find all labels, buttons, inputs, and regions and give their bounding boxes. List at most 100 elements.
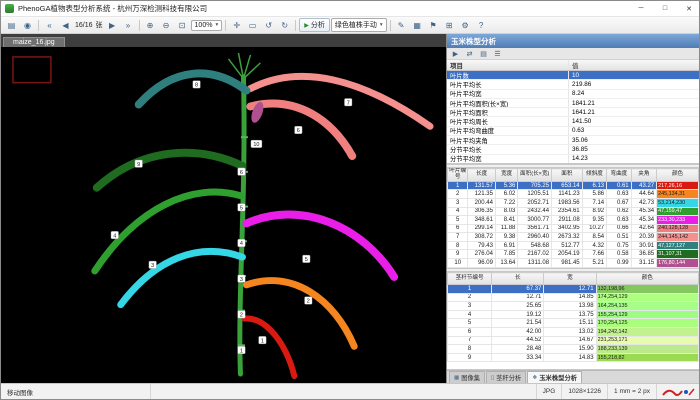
chart-icon[interactable]: ▦ (410, 18, 425, 32)
flag-icon[interactable]: ⚑ (426, 18, 441, 32)
first-image-icon[interactable]: « (42, 18, 57, 32)
property-grid-body: 叶片数10叶片平均长219.86叶片平均宽8.24叶片平均面积(长×宽)1841… (447, 71, 699, 164)
pan-tool-icon[interactable]: ✛ (229, 18, 244, 32)
analysis-panel: 玉米株型分析 ▶⇄▤☰ 项目 值 叶片数10叶片平均长219.86叶片平均宽8.… (447, 34, 699, 383)
maximize-button[interactable]: □ (655, 1, 675, 17)
column-header[interactable]: 倾斜度 (582, 169, 606, 182)
property-label: 分节平均长 (447, 145, 569, 153)
panel-tab-inactive[interactable]: ▯茎秆分析 (486, 371, 526, 383)
select-tool-icon[interactable]: ▭ (245, 18, 260, 32)
previous-image-icon[interactable]: ◀ (58, 18, 73, 32)
next-image-icon[interactable]: ▶ (105, 18, 120, 32)
column-header[interactable]: 长度 (468, 169, 496, 182)
measure-icon[interactable]: ✎ (394, 18, 409, 32)
color-swatch: 194,242,142 (596, 327, 698, 336)
column-header[interactable]: 长 (492, 273, 544, 285)
camera-capture-icon[interactable]: ◉ (20, 18, 35, 32)
column-header[interactable]: 叶片编号 (448, 169, 468, 182)
stem-table-row[interactable]: 828.4815.90188,233,139 (448, 345, 699, 354)
zoom-fit-icon[interactable]: ⊡ (175, 18, 190, 32)
value-cell: 0.63 (607, 216, 631, 225)
stem-table-row[interactable]: 642.0013.02194,242,142 (448, 327, 699, 336)
zoom-in-icon[interactable]: ⊕ (143, 18, 158, 32)
leaf-table-row[interactable]: 7308.729.382960.402673.328.540.5120.3924… (448, 233, 699, 242)
panel-tab-inactive[interactable]: ▦图像集 (449, 371, 485, 383)
analyze-button[interactable]: ▶分析 (299, 18, 330, 32)
leaf-table-row[interactable]: 5348.618.413000.772911.089.350.6345.3423… (448, 216, 699, 225)
stem-table-row[interactable]: 521.5415.11170,254,125 (448, 319, 699, 328)
panel-tabs: ▦图像集▯茎秆分析❖玉米株型分析 (447, 370, 699, 383)
leaf-table-row[interactable]: 3200.447.222052.711983.567.140.6742.7353… (448, 198, 699, 207)
wseen-logo-graphic (661, 386, 695, 398)
property-value: 10 (569, 71, 699, 79)
property-row[interactable]: 叶片平均周长141.50 (447, 117, 699, 126)
column-header[interactable]: 夹角 (631, 169, 657, 182)
property-row[interactable]: 叶片数10 (447, 71, 699, 80)
property-row[interactable]: 叶片平均弯曲度0.63 (447, 127, 699, 136)
help-icon[interactable]: ? (474, 18, 489, 32)
value-cell: 981.45 (552, 259, 583, 268)
zoom-out-icon[interactable]: ⊖ (159, 18, 174, 32)
image-tab[interactable]: maize_16.jpg (3, 37, 65, 47)
property-row[interactable]: 叶片平均面积(长×宽)1841.21 (447, 99, 699, 108)
zoom-level-dropdown[interactable]: 100%▾ (191, 20, 223, 31)
column-header[interactable]: 面积(长×宽) (518, 169, 552, 182)
value-cell: 2052.71 (518, 198, 552, 207)
table-icon[interactable]: ⊞ (442, 18, 457, 32)
color-swatch: 170,254,125 (596, 319, 698, 328)
leaf-table-row[interactable]: 1096.0913.641311.08981.455.210.9931.1517… (448, 259, 699, 268)
stem-table-row[interactable]: 744.5214.67231,253,171 (448, 336, 699, 345)
play-icon[interactable]: ▶ (450, 50, 461, 58)
print-icon[interactable]: ▤ (478, 50, 489, 58)
property-row[interactable]: 叶片平均长219.86 (447, 80, 699, 89)
property-row[interactable]: 叶片平均宽8.24 (447, 90, 699, 99)
leaf-table-row[interactable]: 6299.1411.883561.713402.9510.270.6642.64… (448, 224, 699, 233)
value-cell: 0.67 (607, 198, 631, 207)
column-header[interactable]: 宽度 (495, 169, 517, 182)
close-button[interactable]: ✕ (679, 1, 699, 17)
rotate-right-icon[interactable]: ↻ (277, 18, 292, 32)
value-cell: 2354.61 (552, 207, 583, 216)
leaf-table-row[interactable]: 1131.575.36705.25653.146.130.6143.27217,… (448, 181, 699, 190)
property-value: 14.23 (569, 155, 699, 163)
column-header[interactable]: 宽 (544, 273, 596, 285)
stem-table-row[interactable]: 212.7114.85174,254,129 (448, 293, 699, 302)
settings-icon[interactable]: ⚙ (458, 18, 473, 32)
menu-icon[interactable]: ☰ (492, 50, 503, 58)
property-row[interactable]: 叶片平均夹角35.06 (447, 136, 699, 145)
value-cell: 548.68 (518, 241, 552, 250)
leaf-table-row[interactable]: 2121.356.021205.511141.235.860.6344.6424… (448, 190, 699, 199)
column-header[interactable]: 颜色 (596, 273, 698, 285)
property-value: 35.06 (569, 136, 699, 144)
column-header[interactable]: 面积 (552, 169, 583, 182)
rotate-left-icon[interactable]: ↺ (261, 18, 276, 32)
leaf-table-row[interactable]: 9276.047.852167.022054.197.660.5836.8531… (448, 250, 699, 259)
tab-icon: ▦ (454, 375, 459, 381)
property-row[interactable]: 叶片平均面积1641.21 (447, 108, 699, 117)
value-cell: 13.64 (495, 259, 517, 268)
last-image-icon[interactable]: » (121, 18, 136, 32)
stem-table-row[interactable]: 325.6513.98164,254,135 (448, 302, 699, 311)
leaf-table-row[interactable]: 879.436.91548.68512.774.320.7530.9147,12… (448, 241, 699, 250)
panel-tab-active[interactable]: ❖玉米株型分析 (527, 371, 582, 383)
swap-icon[interactable]: ⇄ (464, 50, 475, 58)
property-row[interactable]: 分节平均宽14.23 (447, 155, 699, 164)
stem-table-row[interactable]: 419.1213.75155,254,129 (448, 310, 699, 319)
leaf-table: 叶片编号长度宽度面积(长×宽)面积倾斜度弯曲度夹角颜色1131.575.3670… (447, 168, 699, 268)
column-header[interactable]: 茎秆节编号 (448, 273, 492, 285)
value-cell: 8.41 (495, 216, 517, 225)
plant-canvas[interactable]: 12345678910123456 (1, 47, 446, 383)
analysis-mode-dropdown[interactable]: 绿色植株手动▾ (331, 18, 387, 32)
marker-number: 3 (151, 263, 154, 269)
open-image-icon[interactable]: ▤ (4, 18, 19, 32)
value-cell: 45.34 (631, 207, 657, 216)
value-cell: 9.35 (582, 216, 606, 225)
stem-table-row[interactable]: 167.3712.71132,198,96 (448, 285, 699, 294)
leaf-table-row[interactable]: 4306.358.032432.442354.618.920.6245.3447… (448, 207, 699, 216)
minimize-button[interactable]: ─ (631, 1, 651, 17)
column-header[interactable]: 颜色 (657, 169, 699, 182)
column-header[interactable]: 弯曲度 (607, 169, 631, 182)
property-row[interactable]: 分节平均长36.85 (447, 145, 699, 154)
value-cell: 36.85 (631, 250, 657, 259)
stem-table-row[interactable]: 933.3414.83155,218,82 (448, 353, 699, 362)
